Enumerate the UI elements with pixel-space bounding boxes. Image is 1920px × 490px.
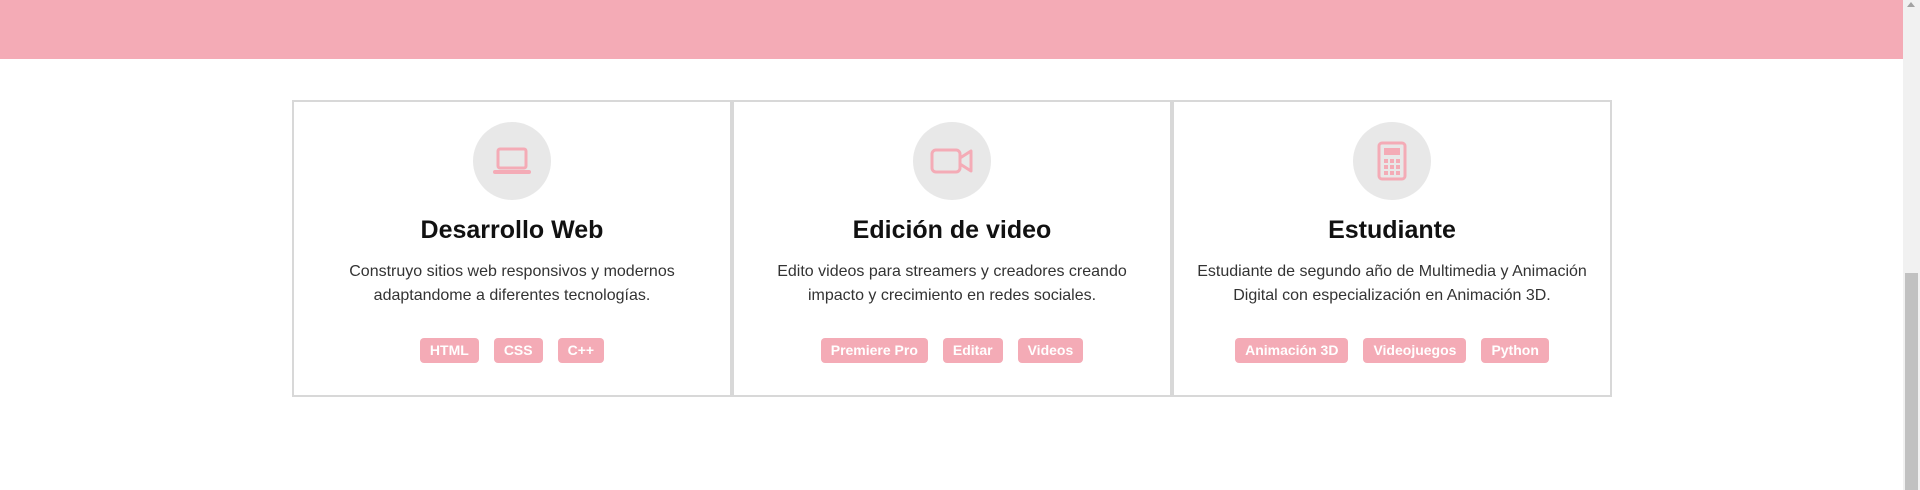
tag-animacion-3d[interactable]: Animación 3D (1235, 338, 1349, 363)
page: Desarrollo Web Construyo sitios web resp… (0, 0, 1920, 490)
card-description: Construyo sitios web responsivos y moder… (349, 263, 675, 304)
tag-videos[interactable]: Videos (1017, 338, 1084, 363)
card-web-development: Desarrollo Web Construyo sitios web resp… (292, 100, 732, 397)
tag-html[interactable]: HTML (419, 338, 479, 363)
card-icon-circle (1353, 122, 1431, 200)
card-icon-circle (473, 122, 551, 200)
tag-css[interactable]: CSS (493, 338, 543, 363)
scrollbar-thumb[interactable] (1905, 273, 1918, 490)
tag-list: HTML CSS C++ (419, 338, 605, 363)
top-banner (0, 0, 1903, 59)
card-title: Estudiante (1328, 216, 1456, 244)
tag-cpp[interactable]: C++ (557, 338, 605, 363)
tag-editar[interactable]: Editar (942, 338, 1003, 363)
card-video-editing: Edición de video Edito videos para strea… (732, 100, 1172, 397)
video-camera-icon (930, 148, 973, 174)
card-icon-circle (913, 122, 991, 200)
card-student: Estudiante Estudiante de segundo año de … (1172, 100, 1612, 397)
card-title: Desarrollo Web (420, 216, 604, 244)
tag-videojuegos[interactable]: Videojuegos (1363, 338, 1467, 363)
calculator-icon (1377, 141, 1407, 181)
tag-premiere-pro[interactable]: Premiere Pro (820, 338, 928, 363)
laptop-icon (493, 147, 531, 174)
card-title: Edición de video (852, 216, 1052, 244)
tag-python[interactable]: Python (1481, 338, 1549, 363)
vertical-scrollbar[interactable] (1903, 0, 1920, 490)
skills-cards: Desarrollo Web Construyo sitios web resp… (292, 100, 1612, 397)
tag-list: Animación 3D Videojuegos Python (1235, 338, 1549, 363)
card-description: Edito videos para streamers y creadores … (777, 263, 1127, 304)
card-description: Estudiante de segundo año de Multimedia … (1197, 263, 1587, 304)
tag-list: Premiere Pro Editar Videos (820, 338, 1084, 363)
scroll-up-arrow-icon[interactable] (1907, 2, 1915, 7)
